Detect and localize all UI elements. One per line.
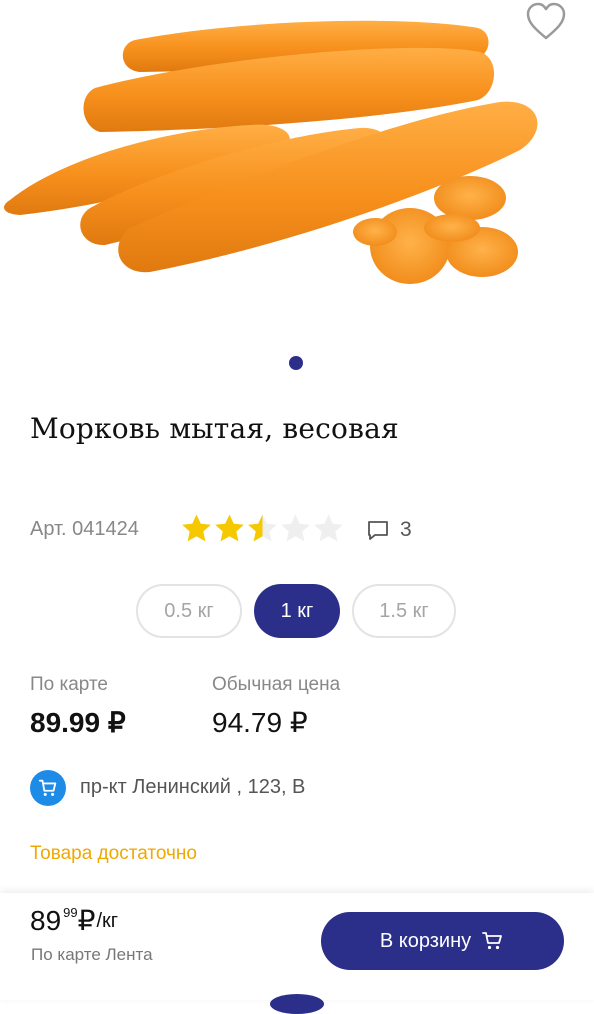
weight-option-1.5kg[interactable]: 1.5 кг bbox=[352, 584, 456, 638]
price-unit: /кг bbox=[96, 910, 119, 932]
comment-icon bbox=[368, 521, 388, 540]
bottom-price: 89 99 ₽ /кг bbox=[30, 905, 118, 937]
weight-option-0.5kg[interactable]: 0.5 кг bbox=[136, 584, 242, 638]
price-fraction: 99 bbox=[63, 905, 78, 920]
rating-stars bbox=[180, 512, 345, 546]
price-integer: 89 bbox=[30, 905, 62, 936]
reviews-count: 3 bbox=[400, 518, 412, 541]
star-icon bbox=[248, 514, 277, 542]
card-price-label: По карте bbox=[30, 674, 109, 695]
favorite-heart-icon[interactable] bbox=[524, 0, 568, 44]
add-to-cart-button[interactable]: В корзину bbox=[321, 912, 564, 970]
stock-status: Товара достаточно bbox=[30, 843, 197, 864]
store-address[interactable]: пр-кт Ленинский , 123, В bbox=[80, 776, 305, 799]
add-to-cart-label: В корзину bbox=[379, 929, 472, 952]
product-title: Морковь мытая, весовая bbox=[30, 412, 399, 445]
star-icon bbox=[215, 514, 244, 542]
carousel-indicator[interactable] bbox=[289, 356, 303, 370]
star-icon bbox=[314, 514, 343, 542]
currency-sign: ₽ bbox=[77, 905, 96, 936]
regular-price-value: 94.79 ₽ bbox=[212, 707, 308, 738]
regular-price-label: Обычная цена bbox=[212, 674, 341, 695]
product-image bbox=[4, 20, 538, 284]
cart-icon bbox=[482, 932, 503, 950]
reviews-link[interactable]: 3 bbox=[366, 518, 412, 542]
card-note: По карте Лента bbox=[31, 945, 153, 964]
nav-fab[interactable] bbox=[270, 994, 324, 1014]
card-price-value: 89.99 ₽ bbox=[30, 707, 126, 738]
store-cart-icon bbox=[30, 770, 66, 806]
bottom-bar: 89 99 ₽ /кг По карте Лента В корзину bbox=[0, 893, 594, 1000]
article-number: Арт. 041424 bbox=[30, 518, 139, 540]
star-icon bbox=[182, 514, 211, 542]
star-icon bbox=[281, 514, 310, 542]
weight-option-1kg[interactable]: 1 кг bbox=[254, 584, 340, 638]
